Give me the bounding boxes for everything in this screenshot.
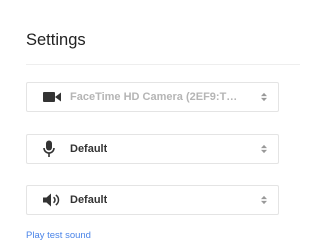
speaker-icon [43, 193, 60, 207]
camera-select[interactable]: FaceTime HD Camera (2EF9:T… [26, 82, 279, 112]
video-camera-icon [43, 92, 61, 102]
speaker-select[interactable]: Default [26, 185, 279, 215]
camera-select-label: FaceTime HD Camera (2EF9:T… [70, 91, 238, 103]
select-arrows-icon [261, 144, 267, 154]
play-test-sound-link[interactable]: Play test sound [26, 230, 91, 242]
select-arrows-icon [261, 92, 267, 102]
select-arrows-icon [261, 195, 267, 205]
speaker-select-label: Default [70, 194, 108, 206]
microphone-select[interactable]: Default [26, 134, 279, 164]
microphone-select-label: Default [70, 143, 108, 155]
microphone-icon [43, 140, 55, 157]
title-divider [26, 64, 300, 65]
page-title: Settings [26, 31, 86, 49]
